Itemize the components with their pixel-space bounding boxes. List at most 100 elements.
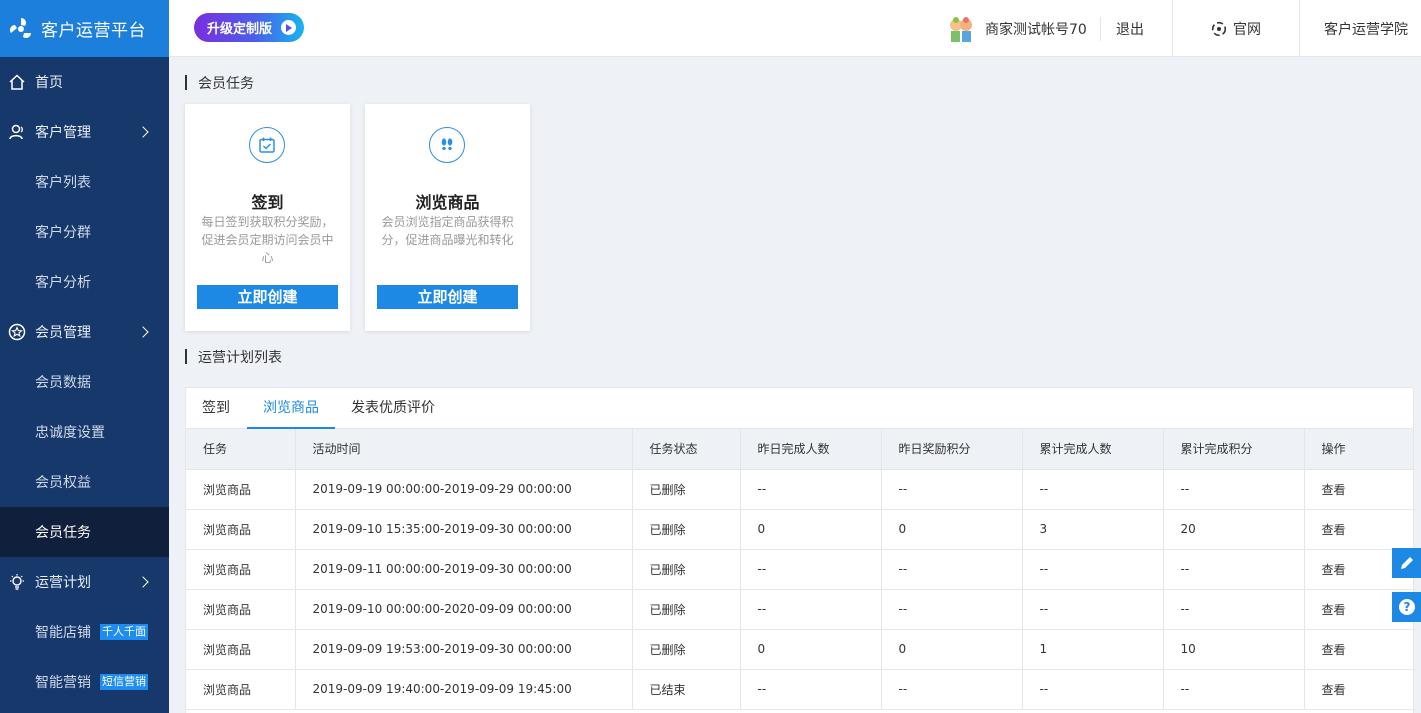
sidebar-item-label: 首页: [35, 75, 63, 91]
chevron-right-icon: [137, 576, 149, 588]
tab-checkin[interactable]: 签到: [186, 388, 246, 429]
sidebar-item[interactable]: 客户分群: [0, 207, 169, 257]
sidebar-item-label: 客户列表: [35, 175, 91, 191]
table-cell: 浏览商品: [186, 629, 296, 670]
table-cell: 已删除: [632, 589, 741, 630]
table-cell: 2019-09-09 19:40:00-2019-09-09 19:45:00: [295, 669, 633, 710]
card-title: 签到: [251, 193, 284, 212]
chevron-right-icon: [137, 326, 149, 338]
table-cell: --: [881, 469, 1023, 510]
section-title-member-tasks: 会员任务: [185, 73, 254, 93]
upgrade-button[interactable]: 升级定制版: [194, 13, 304, 42]
pencil-icon: [1399, 555, 1415, 571]
table-row: 浏览商品 2019-09-10 15:35:00-2019-09-30 00:00…: [186, 509, 1413, 550]
card-description: 每日签到获取积分奖励，促进会员定期访问会员中心: [201, 215, 334, 265]
create-browse-button[interactable]: 立即创建: [377, 285, 518, 309]
table-cell: --: [1163, 669, 1305, 710]
sidebar-item-label: 运营计划: [35, 575, 91, 591]
table-cell: 已删除: [632, 629, 741, 670]
sidebar-item-label: 会员管理: [35, 325, 91, 341]
sidebar-item-label: 智能营销: [35, 675, 91, 691]
table-cell: --: [740, 669, 882, 710]
sidebar-item-label: 会员任务: [35, 525, 91, 541]
tab-review[interactable]: 发表优质评价: [335, 388, 451, 429]
account-name: 商家测试帐号70: [985, 21, 1087, 38]
sidebar-item[interactable]: 智能店铺 千人千面: [0, 607, 169, 657]
plans-panel: 签到 浏览商品 发表优质评价 任务 活动时间 任务状态 昨日完成人数 昨日奖励积分 累计完…: [185, 387, 1414, 713]
card-title: 浏览商品: [415, 193, 480, 212]
feedback-button[interactable]: [1392, 548, 1421, 578]
star-icon: [8, 323, 26, 341]
view-link[interactable]: 查看: [1304, 669, 1413, 710]
upgrade-label: 升级定制版: [207, 22, 273, 37]
table-cell: 20: [1163, 509, 1305, 550]
sidebar-item[interactable]: 会员任务: [0, 507, 169, 557]
sidebar-item[interactable]: 会员管理: [0, 307, 169, 357]
view-link[interactable]: 查看: [1304, 509, 1413, 550]
column-header: 任务状态: [632, 429, 741, 470]
view-link[interactable]: 查看: [1304, 629, 1413, 670]
table-cell: 0: [740, 629, 882, 670]
account-menu[interactable]: 商家测试帐号70: [945, 12, 1087, 45]
card-description: 会员浏览指定商品获得积分，促进商品曝光和转化: [381, 215, 514, 247]
user-icon: [8, 123, 26, 141]
table-cell: 已删除: [632, 549, 741, 590]
sidebar-nav: 首页客户管理客户列表客户分群客户分析会员管理会员数据忠诚度设置 会员权益会员任务运…: [0, 57, 169, 707]
table-row: 浏览商品 2019-09-09 19:40:00-2019-09-09 19:45…: [186, 669, 1413, 710]
table-cell: 浏览商品: [186, 669, 296, 710]
calendar-check-icon: [249, 127, 285, 163]
table-cell: 1: [1022, 629, 1164, 670]
plans-table: 任务 活动时间 任务状态 昨日完成人数 昨日奖励积分 累计完成人数 累计完成积分 操作 浏览商…: [186, 429, 1413, 710]
help-button[interactable]: ?: [1392, 592, 1421, 622]
sidebar-item[interactable]: 客户列表: [0, 157, 169, 207]
sidebar-item-badge: 千人千面: [100, 624, 148, 640]
official-site-link[interactable]: 官网: [1172, 0, 1299, 57]
table-cell: 2019-09-10 15:35:00-2019-09-30 00:00:00: [295, 509, 633, 550]
table-cell: 2019-09-10 00:00:00-2020-09-09 00:00:00: [295, 589, 633, 630]
task-card-checkin: 签到 每日签到获取积分奖励，促进会员定期访问会员中心 立即创建: [185, 104, 350, 331]
column-header: 活动时间: [295, 429, 633, 470]
sidebar-item[interactable]: 忠诚度设置: [0, 407, 169, 457]
table-cell: 10: [1163, 629, 1305, 670]
table-cell: 已结束: [632, 669, 741, 710]
sidebar-item[interactable]: 运营计划: [0, 557, 169, 607]
sidebar-item-label: 会员数据: [35, 375, 91, 391]
sidebar-item-label: 智能店铺: [35, 625, 91, 641]
sidebar-item[interactable]: 客户分析: [0, 257, 169, 307]
table-cell: --: [1022, 549, 1164, 590]
table-cell: --: [1163, 589, 1305, 630]
lightbulb-icon: [8, 573, 26, 591]
column-header: 昨日完成人数: [740, 429, 882, 470]
table-cell: --: [1022, 589, 1164, 630]
table-cell: 2019-09-11 00:00:00-2019-09-30 00:00:00: [295, 549, 633, 590]
table-cell: --: [881, 589, 1023, 630]
logout-link[interactable]: 退出: [1116, 0, 1144, 57]
sidebar-item[interactable]: 会员权益: [0, 457, 169, 507]
column-header: 任务: [186, 429, 296, 470]
sidebar-item[interactable]: 智能营销 短信营销: [0, 657, 169, 707]
table-cell: 浏览商品: [186, 549, 296, 590]
table-cell: --: [881, 549, 1023, 590]
svg-text:?: ?: [1403, 600, 1410, 614]
table-cell: 已删除: [632, 509, 741, 550]
create-checkin-button[interactable]: 立即创建: [197, 285, 338, 309]
sidebar-item-label: 客户分析: [35, 275, 91, 291]
view-link[interactable]: 查看: [1304, 469, 1413, 510]
table-row: 浏览商品 2019-09-10 00:00:00-2020-09-09 00:00…: [186, 589, 1413, 630]
table-cell: 浏览商品: [186, 469, 296, 510]
table-cell: 浏览商品: [186, 509, 296, 550]
sidebar-item[interactable]: 首页: [0, 57, 169, 107]
sidebar-item[interactable]: 会员数据: [0, 357, 169, 407]
sidebar-item[interactable]: 客户管理: [0, 107, 169, 157]
table-row: 浏览商品 2019-09-19 00:00:00-2019-09-29 00:00…: [186, 469, 1413, 510]
table-cell: 3: [1022, 509, 1164, 550]
table-row: 浏览商品 2019-09-11 00:00:00-2019-09-30 00:00…: [186, 549, 1413, 590]
academy-link[interactable]: 客户运营学院: [1299, 0, 1421, 57]
table-cell: 0: [881, 509, 1023, 550]
task-card-browse: 浏览商品 会员浏览指定商品获得积分，促进商品曝光和转化 立即创建: [365, 104, 530, 331]
brand-bar[interactable]: 客户运营平台: [0, 0, 169, 57]
sidebar-item-badge: 短信营销: [100, 674, 148, 690]
header-divider: [1100, 17, 1101, 41]
plan-tabs: 签到 浏览商品 发表优质评价: [186, 388, 1413, 429]
tab-browse[interactable]: 浏览商品: [247, 388, 335, 429]
